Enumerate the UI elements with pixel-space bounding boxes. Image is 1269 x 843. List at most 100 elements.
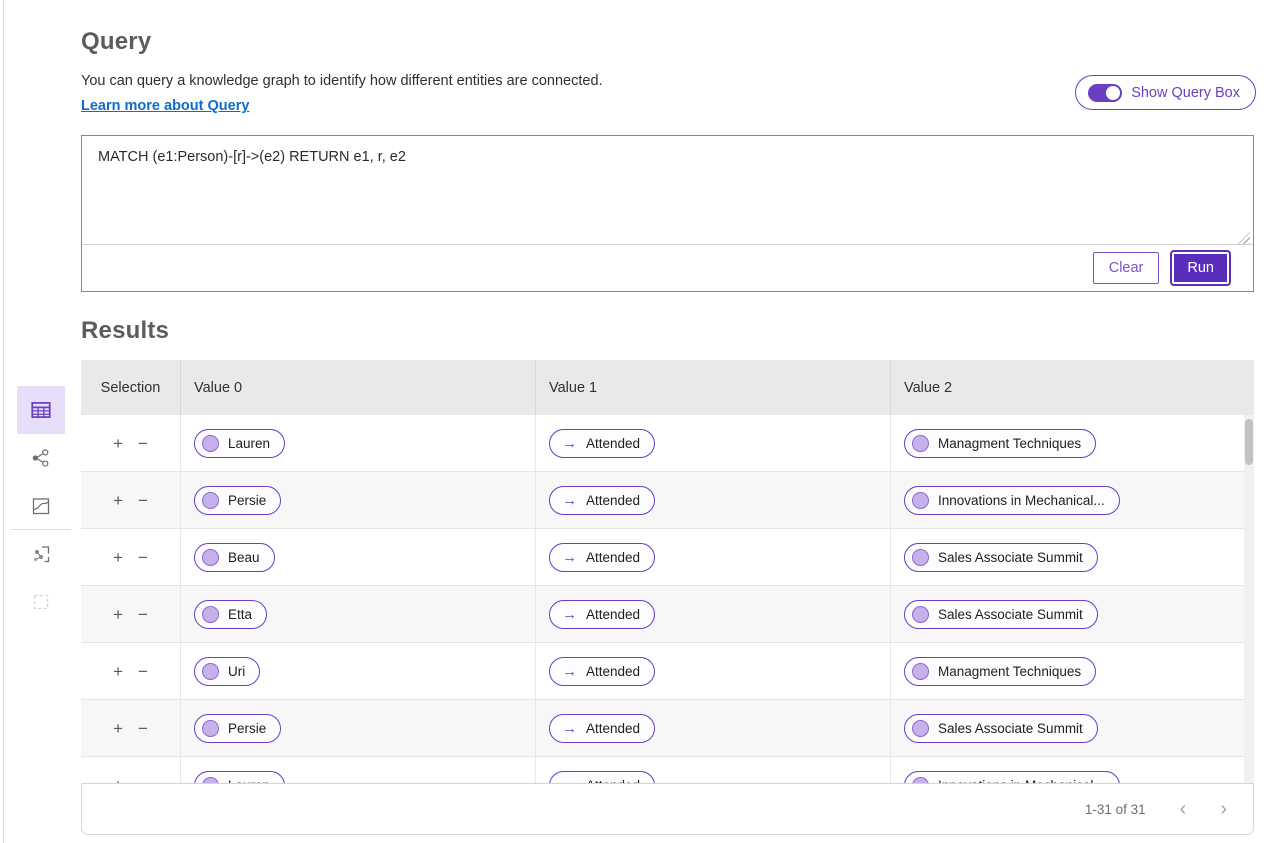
table-row: + − Lauren → Attended Innovations in Mec…	[81, 757, 1254, 783]
entity-pill-label: Innovations in Mechanical...	[938, 492, 1105, 508]
relationship-pill-label: Attended	[586, 663, 641, 679]
entity-pill[interactable]: Lauren	[194, 770, 286, 783]
add-to-selection-button[interactable]: +	[113, 435, 123, 452]
relationship-pill[interactable]: → Attended	[549, 656, 656, 686]
selection-cell: + −	[81, 700, 181, 756]
table-row: + − Beau → Attended Sales Associate Summ…	[81, 529, 1254, 586]
add-to-selection-button[interactable]: +	[113, 720, 123, 737]
entity-node-icon	[912, 605, 929, 623]
entity-pill[interactable]: Sales Associate Summit	[904, 542, 1098, 572]
entity-pill-label: Sales Associate Summit	[938, 720, 1083, 736]
relationship-pill[interactable]: → Attended	[549, 428, 656, 458]
remove-from-selection-button[interactable]: −	[138, 720, 148, 737]
entity-pill-label: Managment Techniques	[938, 435, 1082, 451]
view-tab-network[interactable]	[17, 434, 65, 482]
map-network-view-icon	[33, 546, 50, 563]
table-row: + − Etta → Attended Sales Associate Summ…	[81, 586, 1254, 643]
arrow-right-icon: →	[562, 662, 577, 680]
entity-pill[interactable]: Sales Associate Summit	[904, 599, 1098, 629]
entity-pill[interactable]: Innovations in Mechanical...	[904, 770, 1120, 783]
add-to-selection-button[interactable]: +	[113, 549, 123, 566]
network-view-icon	[32, 449, 49, 467]
entity-pill-label: Beau	[228, 549, 260, 565]
remove-from-selection-button[interactable]: −	[138, 663, 148, 680]
selection-view-icon	[33, 594, 49, 610]
chevron-left-icon[interactable]: ‹	[1180, 799, 1187, 819]
relationship-pill[interactable]: → Attended	[549, 485, 656, 515]
entity-pill[interactable]: Managment Techniques	[904, 656, 1097, 686]
run-button[interactable]: Run	[1170, 250, 1231, 286]
value2-cell: Sales Associate Summit	[891, 529, 1254, 585]
relationship-pill-label: Attended	[586, 720, 641, 736]
entity-pill[interactable]: Lauren	[194, 428, 286, 458]
pagination-bar: 1-31 of 31 ‹ ›	[81, 783, 1254, 835]
arrow-right-icon: →	[562, 605, 577, 623]
table-header-row: Selection Value 0 Value 1 Value 2	[81, 360, 1254, 415]
value1-cell: → Attended	[536, 472, 891, 528]
value2-cell: Managment Techniques	[891, 643, 1254, 699]
remove-from-selection-button[interactable]: −	[138, 549, 148, 566]
view-tab-map[interactable]	[17, 482, 65, 530]
learn-more-link[interactable]: Learn more about Query	[81, 98, 249, 114]
entity-pill-label: Etta	[228, 606, 253, 622]
entity-node-icon	[202, 605, 219, 623]
value1-cell: → Attended	[536, 643, 891, 699]
remove-from-selection-button[interactable]: −	[138, 492, 148, 509]
view-tab-table[interactable]	[17, 386, 65, 434]
toggle-switch-icon[interactable]	[1088, 83, 1123, 102]
entity-pill-label: Persie	[228, 492, 267, 508]
entity-pill-label: Lauren	[228, 435, 271, 451]
add-to-selection-button[interactable]: +	[113, 492, 123, 509]
map-view-icon	[32, 498, 50, 515]
entity-pill-label: Uri	[228, 663, 246, 679]
entity-pill[interactable]: Persie	[194, 713, 282, 743]
entity-pill-label: Sales Associate Summit	[938, 606, 1083, 622]
entity-pill[interactable]: Etta	[194, 599, 268, 629]
value0-cell: Uri	[181, 643, 536, 699]
relationship-pill[interactable]: → Attended	[549, 599, 656, 629]
relationship-pill-label: Attended	[586, 492, 641, 508]
entity-pill[interactable]: Uri	[194, 656, 261, 686]
query-input[interactable]: MATCH (e1:Person)-[r]->(e2) RETURN e1, r…	[82, 136, 1253, 244]
relationship-pill-label: Attended	[586, 606, 641, 622]
selection-cell: + −	[81, 586, 181, 642]
view-tab-selection[interactable]	[17, 578, 65, 626]
page-description: You can query a knowledge graph to ident…	[81, 73, 603, 89]
selection-cell: + −	[81, 472, 181, 528]
column-header-selection: Selection	[81, 360, 181, 415]
value1-cell: → Attended	[536, 700, 891, 756]
entity-pill[interactable]: Managment Techniques	[904, 428, 1097, 458]
entity-node-icon	[202, 434, 219, 452]
entity-pill[interactable]: Innovations in Mechanical...	[904, 485, 1120, 515]
scrollbar-thumb[interactable]	[1245, 419, 1253, 465]
add-to-selection-button[interactable]: +	[113, 606, 123, 623]
value2-cell: Managment Techniques	[891, 415, 1254, 471]
value1-cell: → Attended	[536, 529, 891, 585]
entity-pill-label: Sales Associate Summit	[938, 549, 1083, 565]
entity-pill[interactable]: Beau	[194, 542, 275, 572]
relationship-pill[interactable]: → Attended	[549, 770, 656, 783]
entity-pill[interactable]: Persie	[194, 485, 282, 515]
add-to-selection-button[interactable]: +	[113, 663, 123, 680]
value1-cell: → Attended	[536, 415, 891, 471]
chevron-right-icon[interactable]: ›	[1220, 799, 1227, 819]
value0-cell: Beau	[181, 529, 536, 585]
vertical-scrollbar[interactable]	[1244, 415, 1254, 783]
table-view-icon	[31, 402, 51, 418]
value0-cell: Persie	[181, 472, 536, 528]
entity-node-icon	[202, 548, 219, 566]
show-query-box-toggle[interactable]: Show Query Box	[1075, 75, 1256, 110]
remove-from-selection-button[interactable]: −	[138, 435, 148, 452]
column-header-value0: Value 0	[181, 360, 536, 415]
remove-from-selection-button[interactable]: −	[138, 606, 148, 623]
arrow-right-icon: →	[562, 548, 577, 566]
table-row: + − Lauren → Attended Managment Techniqu…	[81, 415, 1254, 472]
view-tab-map-network[interactable]	[17, 530, 65, 578]
entity-node-icon	[202, 719, 219, 737]
relationship-pill[interactable]: → Attended	[549, 713, 656, 743]
entity-pill[interactable]: Sales Associate Summit	[904, 713, 1098, 743]
relationship-pill[interactable]: → Attended	[549, 542, 656, 572]
clear-button[interactable]: Clear	[1092, 252, 1160, 284]
arrow-right-icon: →	[562, 719, 577, 737]
results-title: Results	[81, 317, 170, 344]
